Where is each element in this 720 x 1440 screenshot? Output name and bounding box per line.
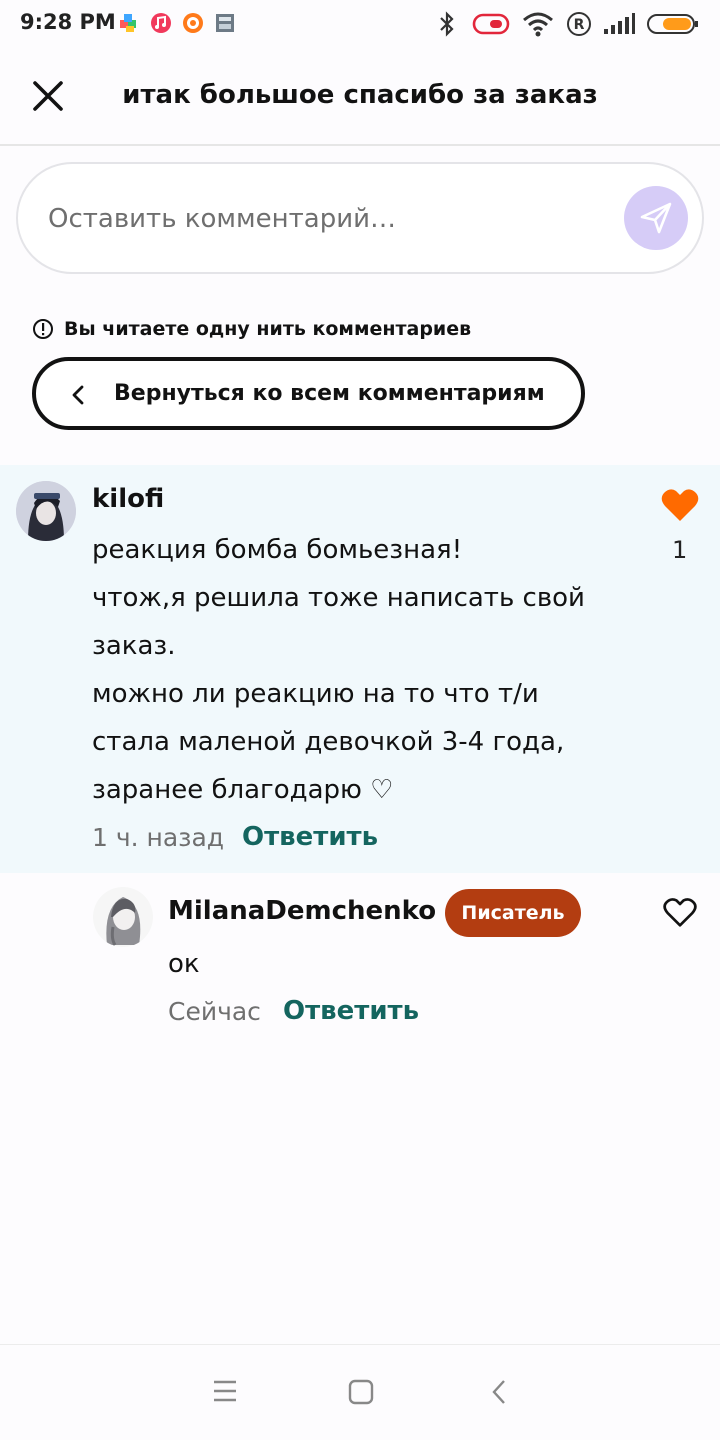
comment-input[interactable] — [48, 198, 608, 240]
comment-composer — [16, 162, 704, 274]
writer-badge: Писатель — [445, 889, 581, 937]
heart-outline-icon[interactable] — [662, 896, 698, 928]
calculator-icon — [216, 14, 234, 32]
thread-notice: Вы читаете одну нить комментариев — [32, 318, 471, 340]
wifi-icon — [523, 12, 553, 37]
reply-button[interactable]: Ответить — [283, 996, 419, 1026]
header: итак большое спасибо за заказ — [0, 48, 720, 146]
thread-notice-text: Вы читаете одну нить комментариев — [64, 318, 472, 340]
comment-text-line: стала маленой девочкой 3-4 года, — [92, 727, 565, 757]
send-button[interactable] — [624, 186, 688, 250]
page-title: итак большое спасибо за заказ — [122, 80, 598, 110]
comment-timestamp: 1 ч. назад — [92, 823, 225, 852]
comment-text-line: чтож,я решила тоже написать свой — [92, 583, 585, 613]
bluetooth-icon — [440, 11, 454, 37]
music-icon — [151, 13, 171, 33]
back-button-label: Вернуться ко всем комментариям — [114, 381, 545, 406]
chevron-left-icon — [72, 385, 84, 405]
reply-timestamp: Сейчас — [168, 997, 261, 1026]
alarm-icon — [472, 13, 510, 35]
app-icon-puzzle — [120, 14, 136, 32]
status-bar: 9:28 PM R — [0, 0, 720, 48]
send-icon — [640, 202, 672, 234]
comment-text-line: реакция бомба бомьезная! — [92, 535, 463, 565]
back-icon[interactable] — [490, 1379, 508, 1405]
battery-icon — [647, 14, 698, 34]
status-time: 9:28 PM — [20, 10, 116, 34]
comment-item — [0, 465, 720, 873]
roaming-r-icon: R — [567, 12, 591, 36]
info-icon — [33, 319, 53, 339]
comment-text-line: заказ. — [92, 631, 176, 661]
avatar[interactable] — [93, 887, 153, 947]
svg-text:R: R — [574, 17, 585, 33]
like-count: 1 — [672, 536, 688, 564]
reply-text: ок — [168, 949, 200, 979]
home-icon[interactable] — [348, 1379, 374, 1405]
shop-icon — [183, 13, 203, 33]
reply-author[interactable]: MilanaDemchenko — [168, 896, 436, 926]
comment-text-line: можно ли реакцию на то что т/и — [92, 679, 539, 709]
avatar-image — [16, 481, 76, 541]
avatar[interactable] — [16, 481, 76, 541]
menu-icon[interactable] — [212, 1379, 238, 1403]
signal-icon — [604, 13, 635, 34]
avatar-image — [93, 887, 153, 947]
comment-author[interactable]: kilofi — [92, 484, 164, 514]
comment-text-line: заранее благодарю ♡ — [92, 775, 394, 805]
reply-button[interactable]: Ответить — [242, 822, 378, 852]
heart-filled-icon[interactable] — [660, 487, 700, 523]
back-to-all-comments-button[interactable]: Вернуться ко всем комментариям — [32, 357, 585, 430]
system-nav-bar — [0, 1344, 720, 1440]
